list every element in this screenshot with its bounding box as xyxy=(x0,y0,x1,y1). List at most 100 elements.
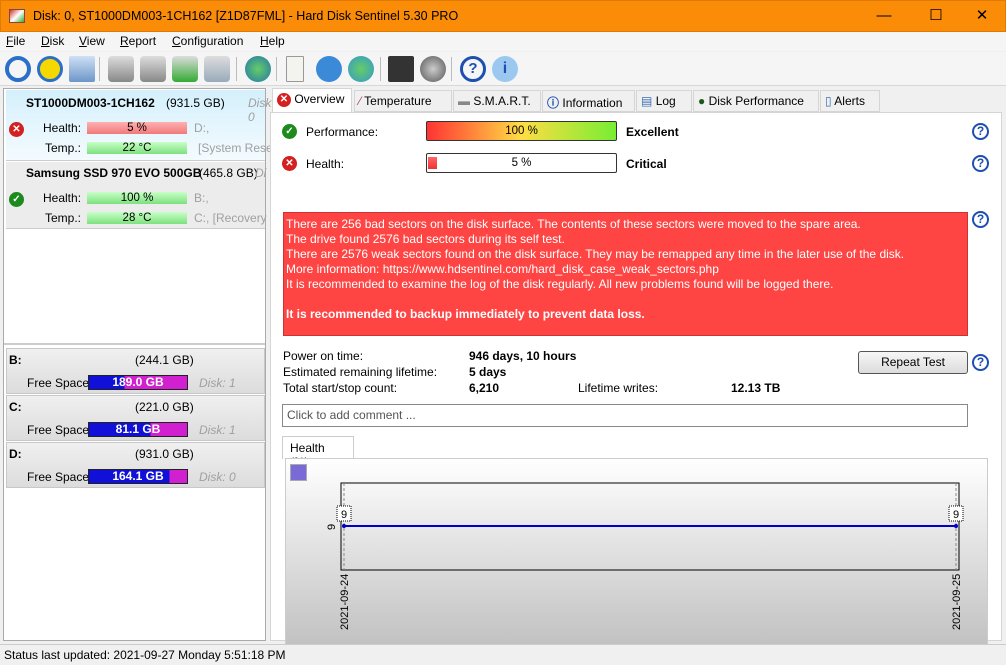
health-label: Health: xyxy=(306,157,345,171)
temp-bar: 22 °C xyxy=(87,142,187,154)
free-space-bar: 189.0 GB xyxy=(88,375,188,390)
y-tick-label: 9 xyxy=(326,524,338,530)
network-icon[interactable] xyxy=(348,56,374,82)
tab-health-chart[interactable]: Health (%) xyxy=(282,436,354,469)
health-chart-panel: 2021-09-24 9 2021-09-25 9 9 xyxy=(285,458,988,654)
disk-item-0[interactable]: ST1000DM003-1CH162 (931.5 GB) Disk: 0 ✕ … xyxy=(6,90,275,161)
panel-divider xyxy=(4,343,265,345)
repeat-test-button[interactable]: Repeat Test xyxy=(858,351,968,374)
window-title: Disk: 0, ST1000DM003-1CH162 [Z1D87FML] -… xyxy=(33,9,459,23)
disk-size: (931.5 GB) xyxy=(166,96,225,110)
tab-information[interactable]: ⓘ Information xyxy=(542,90,635,112)
comment-input[interactable]: Click to add comment ... xyxy=(282,404,968,427)
volume-label: [System Rese xyxy=(198,141,273,155)
gauge-icon: ● xyxy=(698,94,706,108)
help-icon[interactable]: ? xyxy=(972,211,989,228)
tab-label: Information xyxy=(562,96,623,110)
disk-item-1[interactable]: Samsung SSD 970 EVO 500GB (465.8 GB) Di … xyxy=(6,162,267,229)
volume-list: B:, xyxy=(194,191,209,205)
menu-view[interactable]: View xyxy=(79,34,105,48)
disk-icon: ▬ xyxy=(458,94,470,108)
app-icon xyxy=(9,9,25,23)
volume-item[interactable]: D: (931.0 GB) Free Space 164.1 GB Disk: … xyxy=(6,442,265,488)
help-icon[interactable]: ? xyxy=(972,123,989,140)
menu-configuration[interactable]: Configuration xyxy=(172,34,243,48)
health-value: 5 % xyxy=(511,157,532,169)
performance-label: Performance: xyxy=(306,125,379,139)
disk-search-icon[interactable] xyxy=(204,56,230,82)
free-space-bar: 164.1 GB xyxy=(88,469,188,484)
help-icon[interactable]: ? xyxy=(460,56,486,82)
free-space-bar: 81.1 GB xyxy=(88,422,188,437)
tab-disk-performance[interactable]: ● Disk Performance xyxy=(693,90,819,112)
menu-disk[interactable]: Disk xyxy=(41,34,64,48)
message-line: The drive found 2576 bad sectors during … xyxy=(286,232,565,246)
tab-label: Log xyxy=(655,94,676,108)
help-icon[interactable]: ? xyxy=(972,354,989,371)
volume-size: (244.1 GB) xyxy=(135,353,194,367)
free-space-label: Free Space xyxy=(27,470,90,484)
toolbar-separator xyxy=(451,57,452,81)
overview-panel: ✓ Performance: 100 % Excellent ? ✕ Healt… xyxy=(270,112,1002,654)
disk-name: Samsung SSD 970 EVO 500GB xyxy=(26,166,202,180)
send-report-icon[interactable] xyxy=(316,56,342,82)
performance-bar: 100 % xyxy=(426,121,617,141)
web-disk-icon[interactable] xyxy=(245,56,271,82)
maximize-button[interactable]: ☐ xyxy=(913,5,959,29)
alert-refresh-icon[interactable] xyxy=(37,56,63,82)
tab-log[interactable]: ▤ Log xyxy=(636,90,692,112)
menu-report[interactable]: Report xyxy=(120,34,156,48)
disk-ok-icon[interactable] xyxy=(172,56,198,82)
message-line: More information: https://www.hdsentinel… xyxy=(286,262,719,276)
menu-bar: File Disk View Report Configuration Help xyxy=(0,32,1006,51)
volume-disk: Disk: 1 xyxy=(199,376,236,390)
volume-item[interactable]: C: (221.0 GB) Free Space 81.1 GB Disk: 1 xyxy=(6,395,265,441)
info-icon[interactable]: i xyxy=(492,56,518,82)
performance-rating: Excellent xyxy=(626,125,679,139)
health-bar: 5 % xyxy=(87,122,187,134)
volume-size: (931.0 GB) xyxy=(135,447,194,461)
tab-overview[interactable]: ✕ Overview xyxy=(272,88,352,112)
close-button[interactable]: ✕ xyxy=(959,5,1005,29)
tab-alerts[interactable]: ▯ Alerts xyxy=(820,90,880,112)
health-bar: 100 % xyxy=(87,192,187,204)
disk-tools-icon[interactable] xyxy=(108,56,134,82)
free-space-label: Free Space xyxy=(27,423,90,437)
lifetime-label: Estimated remaining lifetime: xyxy=(283,365,438,379)
tab-label: Disk Performance xyxy=(708,94,804,108)
settings-icon[interactable] xyxy=(388,56,414,82)
start-stop-label: Total start/stop count: xyxy=(283,381,398,395)
message-line: It is recommended to examine the log of … xyxy=(286,277,834,291)
toolbar-separator xyxy=(99,57,100,81)
disk-view-icon[interactable] xyxy=(69,56,95,82)
menu-help[interactable]: Help xyxy=(260,34,285,48)
report-icon[interactable] xyxy=(286,56,304,82)
x-tick-label: 2021-09-24 xyxy=(339,574,351,630)
health-label: Health: xyxy=(43,191,82,205)
temp-label: Temp.: xyxy=(45,141,82,155)
refresh-icon[interactable] xyxy=(5,56,31,82)
tab-temperature[interactable]: ⁄ Temperature xyxy=(354,90,452,112)
disk-timer-icon[interactable] xyxy=(140,56,166,82)
lifetime-writes-label: Lifetime writes: xyxy=(578,381,659,395)
volume-item[interactable]: B: (244.1 GB) Free Space 189.0 GB Disk: … xyxy=(6,348,265,394)
menu-file[interactable]: File xyxy=(6,34,25,48)
free-space-label: Free Space xyxy=(27,376,90,390)
toolbar: ? i xyxy=(0,52,1006,86)
minimize-button[interactable]: — xyxy=(861,5,907,29)
lifetime-value: 5 days xyxy=(469,365,507,379)
log-icon: ▤ xyxy=(641,94,653,108)
sound-icon[interactable] xyxy=(420,56,446,82)
tab-label: S.M.A.R.T. xyxy=(473,94,531,108)
volume-letter: C: xyxy=(9,400,22,414)
tab-smart[interactable]: ▬ S.M.A.R.T. xyxy=(453,90,541,112)
toolbar-separator xyxy=(236,57,237,81)
toolbar-separator xyxy=(380,57,381,81)
disk-list-panel: ST1000DM003-1CH162 (931.5 GB) Disk: 0 ✕ … xyxy=(3,88,275,641)
lifetime-writes-value: 12.13 TB xyxy=(731,381,781,395)
x-tick-label: 2021-09-25 xyxy=(951,574,963,630)
volume-size: (221.0 GB) xyxy=(135,400,194,414)
volume-letter: D: xyxy=(9,447,22,461)
message-line: There are 256 bad sectors on the disk su… xyxy=(286,217,861,231)
help-icon[interactable]: ? xyxy=(972,155,989,172)
